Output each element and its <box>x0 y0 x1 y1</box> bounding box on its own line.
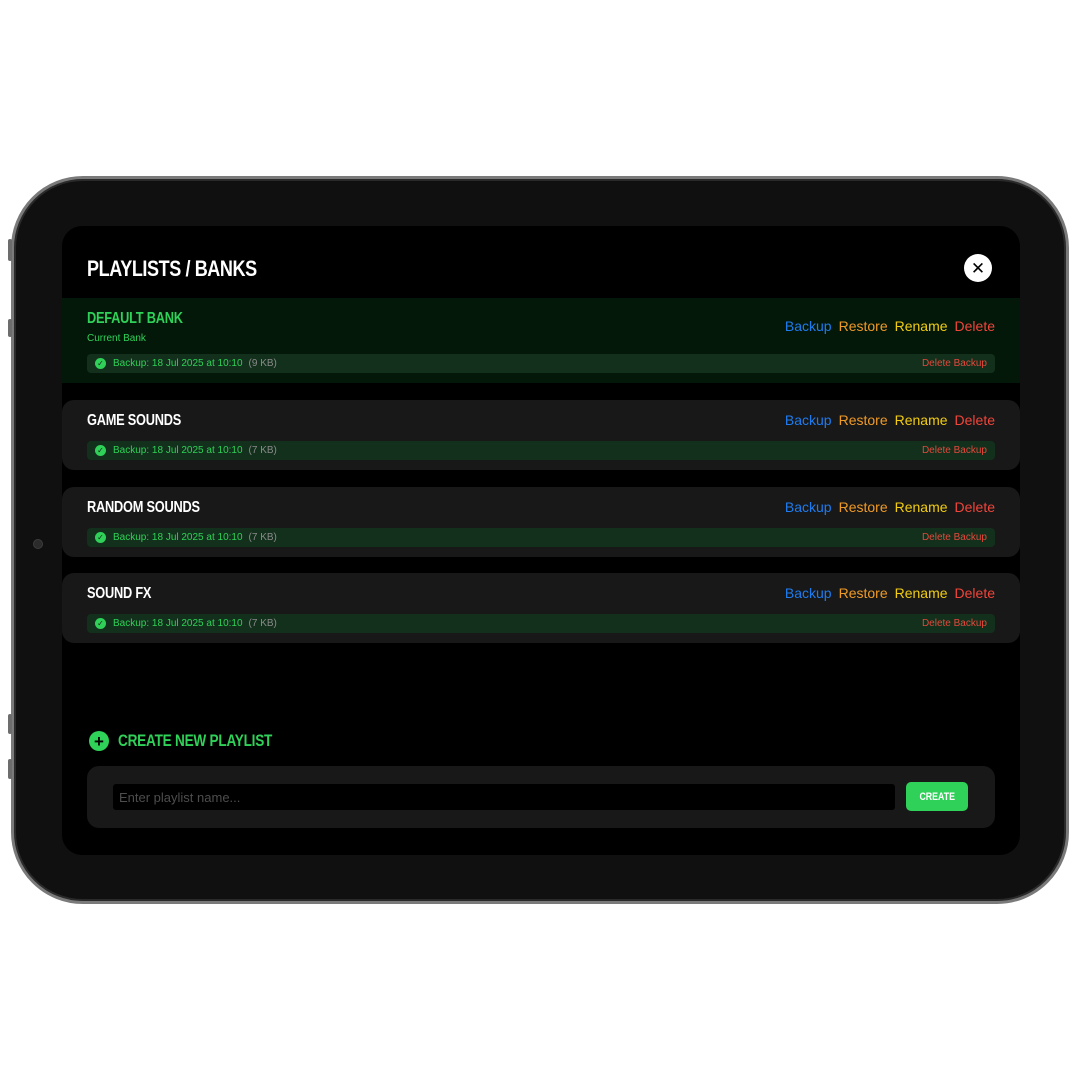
create-button-label: CREATE <box>919 790 955 803</box>
rename-button[interactable]: Rename <box>895 318 948 334</box>
backup-size: (9 KB) <box>248 358 277 369</box>
rename-button[interactable]: Rename <box>895 412 948 428</box>
backup-date: Backup: 18 Jul 2025 at 10:10 <box>113 532 243 543</box>
check-circle-icon: ✓ <box>95 445 106 456</box>
backup-size: (7 KB) <box>248 532 277 543</box>
playlist-name-input[interactable] <box>113 784 895 810</box>
bank-row-game-sounds[interactable]: GAME SOUNDS Backup Restore Rename Delete… <box>62 400 1020 470</box>
bank-row-random-sounds[interactable]: RANDOM SOUNDS Backup Restore Rename Dele… <box>62 487 1020 557</box>
side-button <box>8 319 12 337</box>
delete-button[interactable]: Delete <box>955 499 995 515</box>
create-playlist-header: + CREATE NEW PLAYLIST <box>89 731 311 751</box>
backup-date: Backup: 18 Jul 2025 at 10:10 <box>113 445 243 456</box>
check-circle-icon: ✓ <box>95 618 106 629</box>
backup-button[interactable]: Backup <box>785 318 832 334</box>
backup-status-bar: ✓ Backup: 18 Jul 2025 at 10:10 (9 KB) De… <box>87 354 995 373</box>
backup-status-bar: ✓ Backup: 18 Jul 2025 at 10:10 (7 KB) De… <box>87 528 995 547</box>
bank-name: SOUND FX <box>87 585 152 602</box>
bank-name: DEFAULT BANK <box>87 310 183 327</box>
close-button[interactable]: ✕ <box>964 254 992 282</box>
backup-date: Backup: 18 Jul 2025 at 10:10 <box>113 358 243 369</box>
delete-backup-button[interactable]: Delete Backup <box>922 445 987 456</box>
delete-button[interactable]: Delete <box>955 318 995 334</box>
side-button <box>8 239 12 261</box>
rename-button[interactable]: Rename <box>895 585 948 601</box>
backup-status-bar: ✓ Backup: 18 Jul 2025 at 10:10 (7 KB) De… <box>87 441 995 460</box>
close-icon: ✕ <box>970 258 986 278</box>
delete-button[interactable]: Delete <box>955 585 995 601</box>
bank-actions: Backup Restore Rename Delete <box>785 318 995 334</box>
create-playlist-heading: CREATE NEW PLAYLIST <box>118 731 273 750</box>
camera <box>33 539 43 549</box>
backup-date: Backup: 18 Jul 2025 at 10:10 <box>113 618 243 629</box>
side-button <box>8 714 12 734</box>
page-title: PLAYLISTS / BANKS <box>87 256 257 281</box>
plus-circle-icon: + <box>89 731 109 751</box>
backup-button[interactable]: Backup <box>785 585 832 601</box>
delete-backup-button[interactable]: Delete Backup <box>922 618 987 629</box>
create-playlist-panel: CREATE <box>87 766 995 828</box>
delete-backup-button[interactable]: Delete Backup <box>922 532 987 543</box>
backup-size: (7 KB) <box>248 618 277 629</box>
restore-button[interactable]: Restore <box>839 499 888 515</box>
bank-name: RANDOM SOUNDS <box>87 499 200 516</box>
delete-backup-button[interactable]: Delete Backup <box>922 358 987 369</box>
current-bank-label: Current Bank <box>87 333 146 344</box>
backup-button[interactable]: Backup <box>785 412 832 428</box>
check-circle-icon: ✓ <box>95 358 106 369</box>
delete-button[interactable]: Delete <box>955 412 995 428</box>
restore-button[interactable]: Restore <box>839 318 888 334</box>
restore-button[interactable]: Restore <box>839 412 888 428</box>
rename-button[interactable]: Rename <box>895 499 948 515</box>
bank-row-sound-fx[interactable]: SOUND FX Backup Restore Rename Delete ✓ … <box>62 573 1020 643</box>
backup-status-bar: ✓ Backup: 18 Jul 2025 at 10:10 (7 KB) De… <box>87 614 995 633</box>
restore-button[interactable]: Restore <box>839 585 888 601</box>
bank-actions: Backup Restore Rename Delete <box>785 412 995 428</box>
bank-row-default[interactable]: DEFAULT BANK Current Bank Backup Restore… <box>62 298 1020 383</box>
check-circle-icon: ✓ <box>95 532 106 543</box>
bank-actions: Backup Restore Rename Delete <box>785 585 995 601</box>
playlists-modal: PLAYLISTS / BANKS ✕ DEFAULT BANK Current… <box>62 226 1020 855</box>
bank-actions: Backup Restore Rename Delete <box>785 499 995 515</box>
create-button[interactable]: CREATE <box>906 782 968 811</box>
backup-button[interactable]: Backup <box>785 499 832 515</box>
side-button <box>8 759 12 779</box>
backup-size: (7 KB) <box>248 445 277 456</box>
bank-name: GAME SOUNDS <box>87 412 182 429</box>
